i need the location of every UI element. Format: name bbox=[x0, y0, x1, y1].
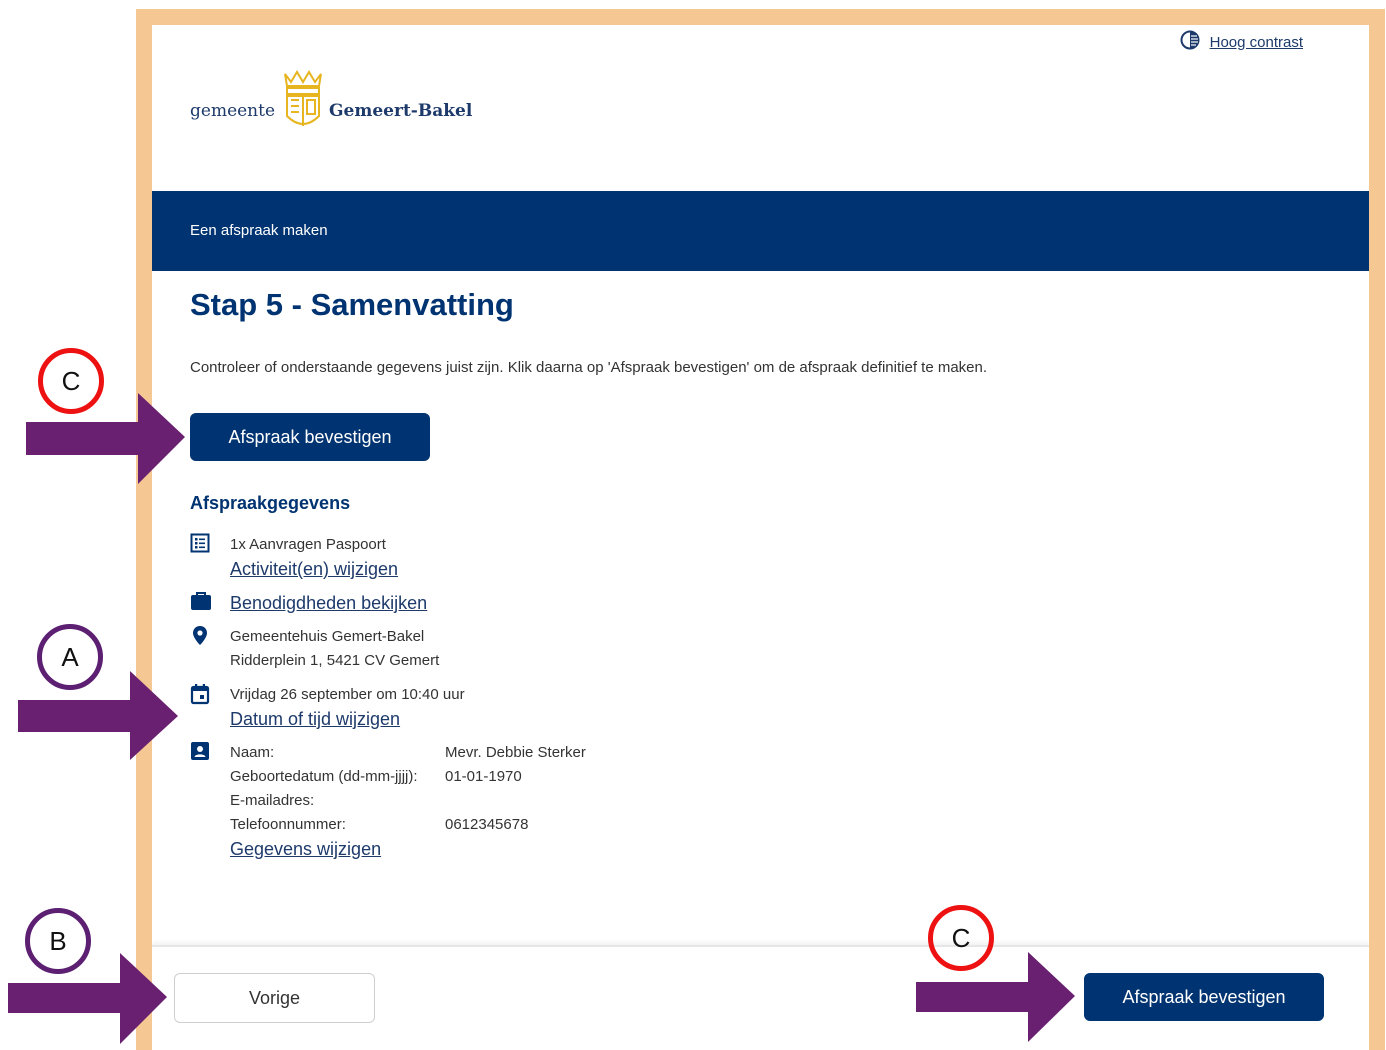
dob-value: 01-01-1970 bbox=[445, 768, 522, 785]
change-details-link[interactable]: Gegevens wijzigen bbox=[230, 837, 381, 861]
appointment-datetime: Vrijdag 26 september om 10:40 uur bbox=[230, 686, 465, 703]
location-row: Gemeentehuis Gemert-Bakel Ridderplein 1,… bbox=[190, 625, 439, 673]
location-address: Ridderplein 1, 5421 CV Gemert bbox=[230, 652, 440, 669]
page-banner: Een afspraak maken bbox=[152, 191, 1369, 271]
high-contrast-toggle[interactable]: Hoog contrast bbox=[1180, 30, 1303, 54]
location-pin-icon bbox=[190, 625, 230, 673]
section-title: Afspraakgegevens bbox=[190, 493, 351, 513]
change-activity-link[interactable]: Activiteit(en) wijzigen bbox=[230, 557, 398, 581]
email-value bbox=[445, 789, 586, 813]
annotation-circle-c-top: C bbox=[38, 348, 104, 414]
briefcase-icon bbox=[190, 591, 230, 617]
page-content: Hoog contrast gemeente Gemeert-Bakel Een… bbox=[152, 25, 1369, 1050]
personal-details: Naam: Mevr. Debbie Sterker Geboortedatum… bbox=[230, 741, 586, 837]
phone-value: 0612345678 bbox=[445, 816, 529, 833]
page-title: Stap 5 - Samenvatting bbox=[190, 287, 514, 322]
activity-text: 1x Aanvragen Paspoort bbox=[230, 536, 386, 553]
previous-button[interactable]: Vorige bbox=[174, 973, 375, 1023]
dob-label: Geboortedatum (dd-mm-jjjj): bbox=[230, 768, 418, 785]
phone-label: Telefoonnummer: bbox=[230, 816, 346, 833]
logo-name: Gemeert-Bakel bbox=[329, 100, 473, 121]
activity-row: 1x Aanvragen Paspoort Activiteit(en) wij… bbox=[190, 533, 398, 583]
location-name: Gemeentehuis Gemert-Bakel bbox=[230, 628, 425, 645]
personal-row: Naam: Mevr. Debbie Sterker Geboortedatum… bbox=[190, 741, 586, 863]
confirm-appointment-button-bottom[interactable]: Afspraak bevestigen bbox=[1084, 973, 1324, 1021]
annotation-circle-a: A bbox=[37, 624, 103, 690]
name-label: Naam: bbox=[230, 744, 275, 761]
calendar-icon bbox=[190, 683, 230, 733]
email-label: E-mailadres: bbox=[230, 792, 315, 809]
banner-title: Een afspraak maken bbox=[190, 222, 328, 239]
datetime-row: Vrijdag 26 september om 10:40 uur Datum … bbox=[190, 683, 465, 733]
municipality-logo[interactable]: gemeente Gemeert-Bakel bbox=[190, 70, 472, 139]
contrast-icon bbox=[1180, 30, 1200, 54]
name-value: Mevr. Debbie Sterker bbox=[445, 744, 586, 761]
annotation-circle-c-bottom: C bbox=[928, 905, 994, 971]
contact-card-icon bbox=[190, 741, 230, 863]
requirements-row: Benodigdheden bekijken bbox=[190, 591, 427, 617]
crest-icon bbox=[279, 70, 327, 139]
view-requirements-link[interactable]: Benodigdheden bekijken bbox=[230, 591, 427, 615]
confirm-appointment-button-top[interactable]: Afspraak bevestigen bbox=[190, 413, 430, 461]
list-icon bbox=[190, 533, 230, 583]
logo-prefix: gemeente bbox=[190, 100, 276, 121]
intro-text: Controleer of onderstaande gegevens juis… bbox=[190, 359, 988, 376]
high-contrast-link[interactable]: Hoog contrast bbox=[1210, 34, 1303, 51]
annotation-circle-b: B bbox=[25, 908, 91, 974]
change-datetime-link[interactable]: Datum of tijd wijzigen bbox=[230, 707, 400, 731]
